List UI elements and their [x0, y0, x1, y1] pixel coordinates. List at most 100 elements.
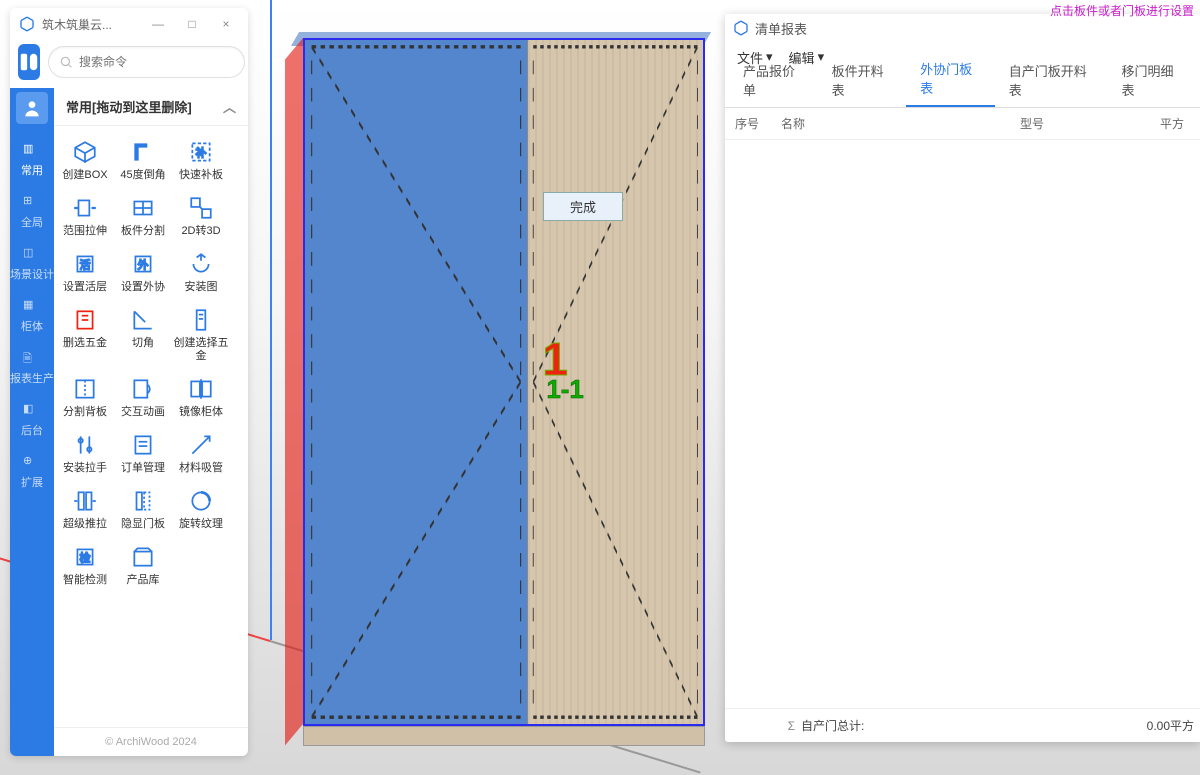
panel-header[interactable]: 常用[拖动到这里删除] ︿: [54, 88, 248, 126]
brand-logo[interactable]: [18, 44, 40, 80]
table-body: [725, 140, 1200, 708]
tool-22[interactable]: 产品库: [114, 537, 172, 593]
tool-10[interactable]: 切角: [114, 300, 172, 356]
search-box[interactable]: [48, 46, 245, 78]
tool-8[interactable]: 安装图: [172, 244, 230, 300]
tab-1[interactable]: 板件开料表: [818, 53, 907, 107]
tool-2[interactable]: 补快速补板: [172, 132, 230, 188]
tool-13[interactable]: 交互动画: [114, 369, 172, 425]
tool-15[interactable]: 安装拉手: [56, 425, 114, 481]
nav-label: 报表生产: [10, 370, 54, 386]
nav-label: 全局: [21, 214, 43, 230]
tab-2[interactable]: 外协门板表: [906, 51, 995, 107]
side-nav-3[interactable]: ▦柜体: [10, 290, 54, 342]
tool-12[interactable]: 分割背板: [56, 369, 114, 425]
user-avatar[interactable]: [16, 92, 48, 124]
tool-16[interactable]: 订单管理: [114, 425, 172, 481]
tool-3[interactable]: 范围拉伸: [56, 188, 114, 244]
tool-icon: [187, 487, 215, 515]
tab-0[interactable]: 产品报价单: [729, 53, 818, 107]
tool-21[interactable]: 检智能检测: [56, 537, 114, 593]
side-nav: ▥常用⊞全局◫场景设计▦柜体 🗎 报表生产 ◧后台⊕扩展: [10, 88, 54, 756]
tool-icon: [129, 138, 157, 166]
tool-20[interactable]: 旋转纹理: [172, 481, 230, 537]
table-header: 序号 名称 型号 平方: [725, 108, 1200, 140]
tool-6[interactable]: 活设置活层: [56, 244, 114, 300]
tool-4[interactable]: 板件分割: [114, 188, 172, 244]
tool-label: 2D转3D: [181, 225, 220, 238]
window-close[interactable]: ×: [212, 12, 240, 36]
tool-label: 交互动画: [121, 406, 165, 419]
search-icon: [59, 55, 73, 69]
tool-icon: [71, 375, 99, 403]
search-input[interactable]: [79, 55, 234, 69]
nav-label: 柜体: [21, 318, 43, 334]
side-nav-0[interactable]: ▥常用: [10, 134, 54, 186]
panel-title: 常用[拖动到这里删除]: [66, 97, 192, 116]
tool-icon: [187, 375, 215, 403]
tool-11[interactable]: 创建选择五金: [172, 300, 230, 369]
cabinet-model[interactable]: 1 1-1 完成: [285, 30, 705, 730]
side-nav-1[interactable]: ⊞全局: [10, 186, 54, 238]
window-maximize[interactable]: □: [178, 12, 206, 36]
nav-icon: 🗎: [23, 350, 41, 368]
door-left[interactable]: [305, 40, 527, 724]
report-tabs: 产品报价单板件开料表外协门板表自产门板开料表移门明细表: [725, 72, 1200, 108]
tool-icon: [187, 194, 215, 222]
tool-icon: 补: [187, 138, 215, 166]
titlebar: 筑木筑巢云... — □ ×: [10, 8, 248, 40]
tool-label: 设置外协: [121, 281, 165, 294]
tool-14[interactable]: 镜像柜体: [172, 369, 230, 425]
th-sn: 序号: [725, 115, 771, 132]
tool-9[interactable]: 删选五金: [56, 300, 114, 356]
window-minimize[interactable]: —: [144, 12, 172, 36]
tool-label: 创建BOX: [62, 169, 107, 182]
app-logo-icon: [733, 20, 749, 36]
side-nav-4[interactable]: 🗎 报表生产: [10, 342, 54, 394]
svg-text:检: 检: [80, 550, 91, 564]
tool-label: 隐显门板: [121, 518, 165, 531]
chevron-up-icon[interactable]: ︿: [223, 97, 236, 116]
cabinet-top-face: [291, 32, 711, 46]
side-nav-2[interactable]: ◫场景设计: [10, 238, 54, 290]
tool-icon: [71, 431, 99, 459]
tool-icon: [187, 306, 215, 334]
tool-0[interactable]: 创建BOX: [56, 132, 114, 188]
door-right[interactable]: 1 1-1: [527, 40, 703, 724]
tool-label: 安装图: [185, 281, 218, 294]
cabinet-side-face: [285, 38, 303, 745]
tool-label: 范围拉伸: [63, 225, 107, 238]
door-label-item: 1-1: [546, 374, 584, 405]
tools-panel: 常用[拖动到这里删除] ︿ 创建BOX 45度倒角补快速补板范围拉伸 板件分割 2D转…: [54, 88, 248, 756]
tool-5[interactable]: 2D转3D: [172, 188, 230, 244]
tool-19[interactable]: 隐显门板: [114, 481, 172, 537]
tool-icon: [71, 194, 99, 222]
side-nav-5[interactable]: ◧后台: [10, 394, 54, 446]
tool-icon: [71, 138, 99, 166]
report-title: 清单报表: [755, 19, 807, 38]
nav-icon: ⊕: [23, 454, 41, 472]
tool-label: 超级推拉: [63, 518, 107, 531]
tool-label: 分割背板: [63, 406, 107, 419]
cabinet-front[interactable]: 1 1-1: [303, 38, 705, 726]
tool-label: 板件分割: [121, 225, 165, 238]
footer-label: 自产门总计:: [795, 717, 1140, 734]
cabinet-base: [303, 726, 705, 746]
tool-18[interactable]: 超级推拉: [56, 481, 114, 537]
tip-hint: 点击板件或者门板进行设置: [1050, 2, 1194, 19]
tool-17[interactable]: 材料吸管: [172, 425, 230, 481]
tool-label: 镜像柜体: [179, 406, 223, 419]
tool-label: 产品库: [127, 574, 160, 587]
tool-1[interactable]: 45度倒角: [114, 132, 172, 188]
tool-7[interactable]: 外设置外协: [114, 244, 172, 300]
tool-label: 智能检测: [63, 574, 107, 587]
tool-label: 切角: [132, 337, 154, 350]
tool-label: 安装拉手: [63, 462, 107, 475]
tool-icon: 外: [129, 250, 157, 278]
tooltip-done: 完成: [543, 192, 623, 221]
nav-icon: ◧: [23, 402, 41, 420]
tab-3[interactable]: 自产门板开料表: [995, 53, 1108, 107]
side-nav-6[interactable]: ⊕扩展: [10, 446, 54, 498]
tool-label: 材料吸管: [179, 462, 223, 475]
tab-4[interactable]: 移门明细表: [1107, 53, 1196, 107]
